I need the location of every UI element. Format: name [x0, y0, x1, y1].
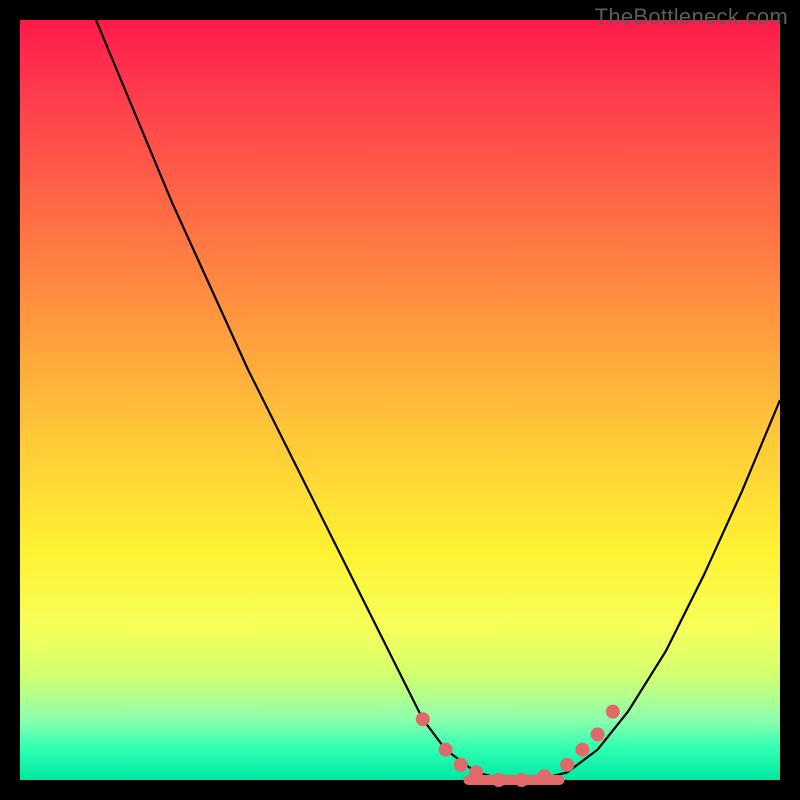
marker-dot [439, 743, 453, 757]
marker-dots-group [416, 705, 620, 787]
marker-dot [606, 705, 620, 719]
chart-canvas [20, 20, 780, 780]
marker-dot [591, 727, 605, 741]
marker-dot [416, 712, 430, 726]
marker-dot [515, 773, 529, 787]
watermark-text: TheBottleneck.com [595, 4, 788, 30]
marker-dot [454, 758, 468, 772]
marker-dot [560, 758, 574, 772]
marker-dot [469, 765, 483, 779]
bottleneck-curve [96, 20, 780, 780]
marker-dot [537, 769, 551, 783]
chart-svg [20, 20, 780, 780]
marker-dot [492, 773, 506, 787]
marker-dot [575, 743, 589, 757]
